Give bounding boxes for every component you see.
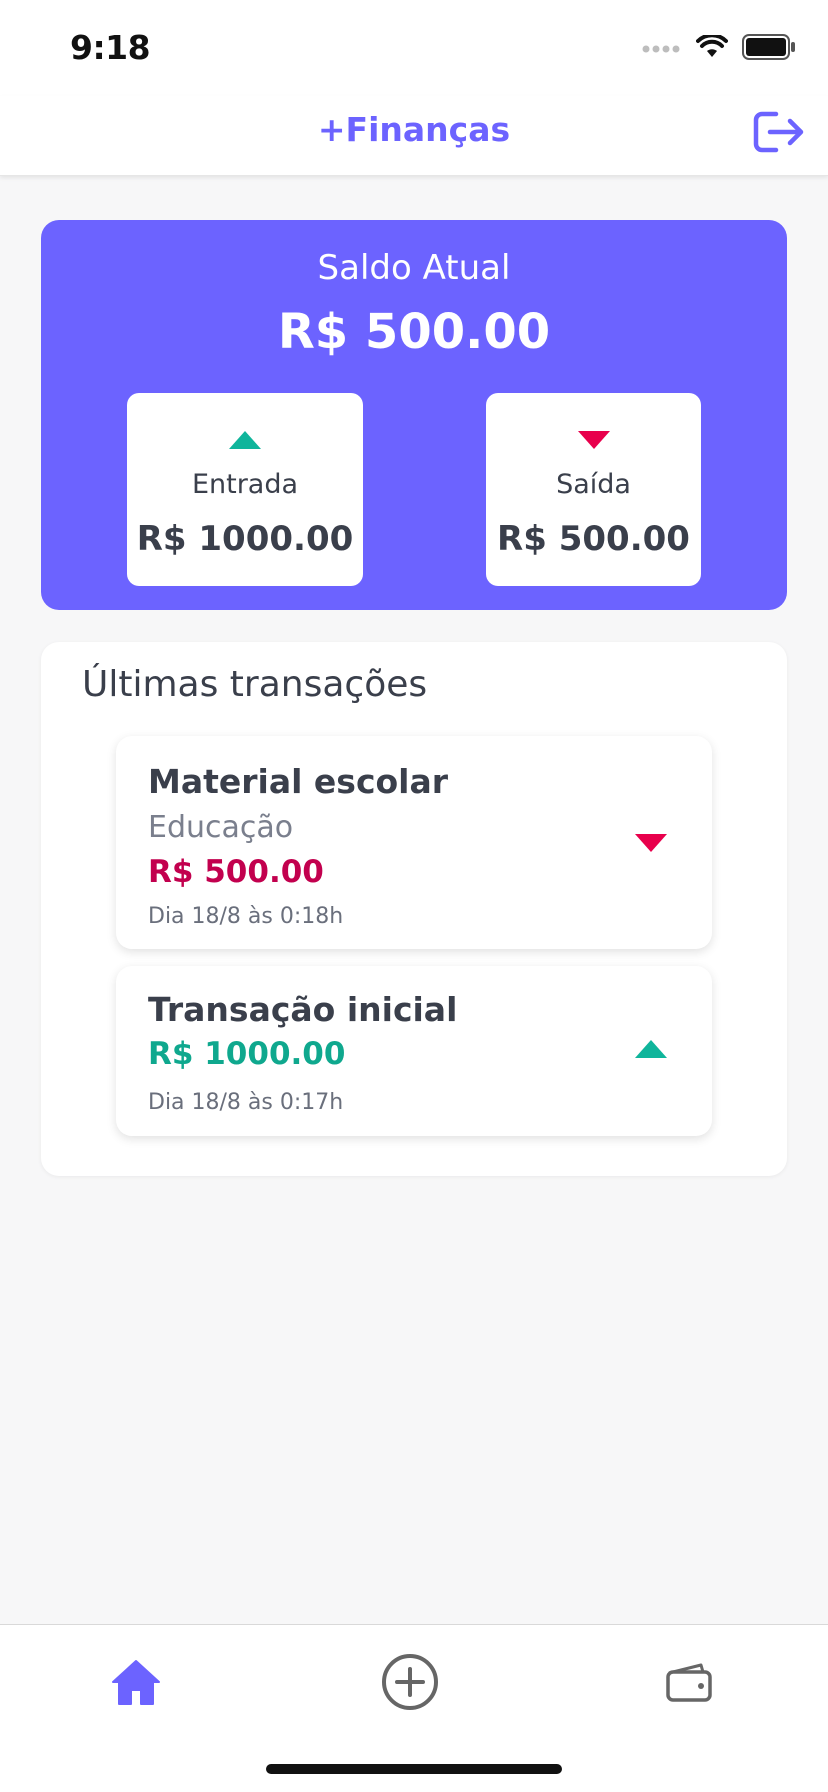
signal-icon (642, 40, 682, 59)
transaction-amount: R$ 1000.00 (148, 1036, 346, 1072)
transaction-amount: R$ 500.00 (148, 854, 324, 890)
arrow-down-icon (635, 834, 667, 852)
wallet-icon (666, 1663, 712, 1702)
expense-label: Saída (556, 469, 631, 500)
home-icon (112, 1660, 160, 1705)
status-time: 9:18 (70, 28, 151, 67)
transaction-name: Material escolar (148, 762, 449, 801)
home-indicator (266, 1764, 562, 1774)
expense-value: R$ 500.00 (497, 519, 690, 559)
balance-value: R$ 500.00 (277, 304, 551, 360)
income-card: Entrada R$ 1000.00 (127, 393, 363, 586)
logout-icon (753, 111, 804, 153)
expense-card: Saída R$ 500.00 (486, 393, 701, 586)
tab-add[interactable] (375, 1647, 445, 1717)
battery-icon (742, 34, 796, 64)
wifi-icon (696, 33, 728, 63)
arrow-up-icon (635, 1040, 667, 1058)
transaction-name: Transação inicial (148, 990, 458, 1029)
logout-button[interactable] (752, 108, 806, 156)
income-label: Entrada (191, 469, 299, 500)
app-title: +Finanças (317, 110, 511, 149)
app-header: +Finanças (0, 96, 828, 176)
tab-wallet[interactable] (654, 1647, 724, 1717)
transaction-date: Dia 18/8 às 0:18h (148, 904, 344, 929)
arrow-up-icon (229, 431, 261, 449)
transaction-item[interactable]: Transação inicial R$ 1000.00 Dia 18/8 às… (116, 966, 712, 1136)
arrow-down-icon (577, 431, 610, 449)
transaction-item[interactable]: Material escolar Educação R$ 500.00 Dia … (116, 736, 712, 949)
status-icons (642, 33, 796, 64)
transactions-panel: Últimas transações Material escolar Educ… (41, 642, 787, 1176)
balance-card: Saldo Atual R$ 500.00 Entrada R$ 1000.00… (41, 220, 787, 610)
transaction-date: Dia 18/8 às 0:17h (148, 1090, 344, 1115)
transaction-category: Educação (148, 810, 294, 845)
balance-label: Saldo Atual (317, 248, 511, 288)
status-bar: 9:18 (0, 0, 828, 96)
add-circle-icon (382, 1654, 438, 1710)
tab-home[interactable] (101, 1647, 171, 1717)
transactions-title: Últimas transações (82, 664, 428, 705)
income-value: R$ 1000.00 (136, 519, 354, 559)
